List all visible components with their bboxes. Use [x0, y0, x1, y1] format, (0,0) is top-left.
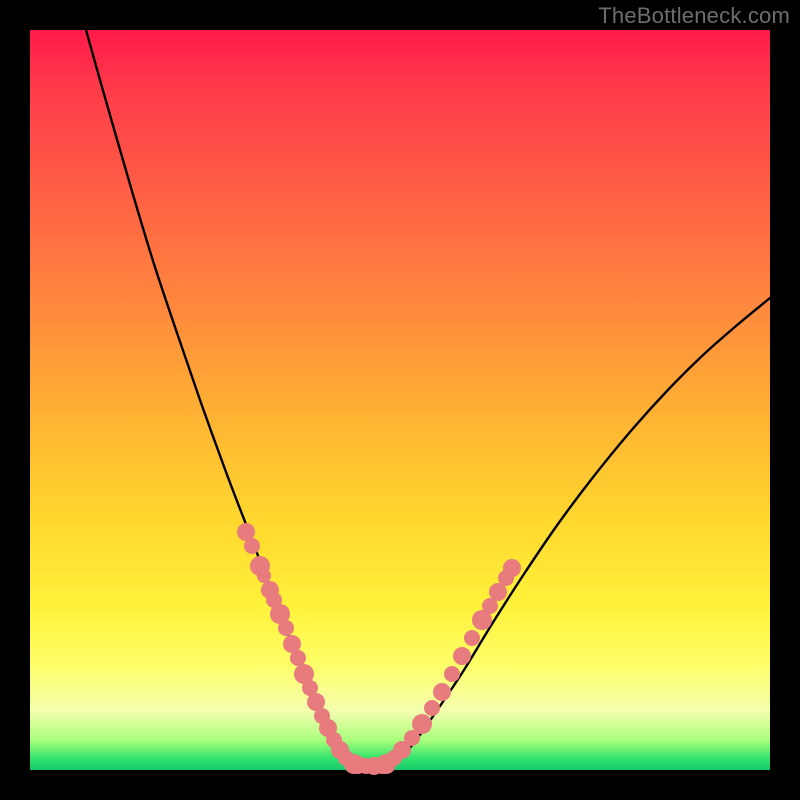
dot-right-dots [412, 714, 432, 734]
dot-right-dots [444, 666, 460, 682]
curve-left-branch [86, 30, 360, 766]
watermark-text: TheBottleneck.com [598, 3, 790, 29]
plot-area [30, 30, 770, 770]
dot-right-dots [424, 700, 440, 716]
chart-svg [30, 30, 770, 770]
chart-stage: TheBottleneck.com [0, 0, 800, 800]
dot-left-dots [257, 569, 271, 583]
dot-right-dots [503, 559, 521, 577]
dot-left-dots [290, 650, 306, 666]
scatter-layer [237, 523, 521, 775]
dot-bottom-dots [374, 758, 390, 774]
dot-left-dots [244, 538, 260, 554]
dot-right-dots [433, 683, 451, 701]
curve-layer [86, 30, 770, 766]
dot-left-dots [278, 620, 294, 636]
dot-right-dots [464, 630, 480, 646]
dot-right-dots [453, 647, 471, 665]
